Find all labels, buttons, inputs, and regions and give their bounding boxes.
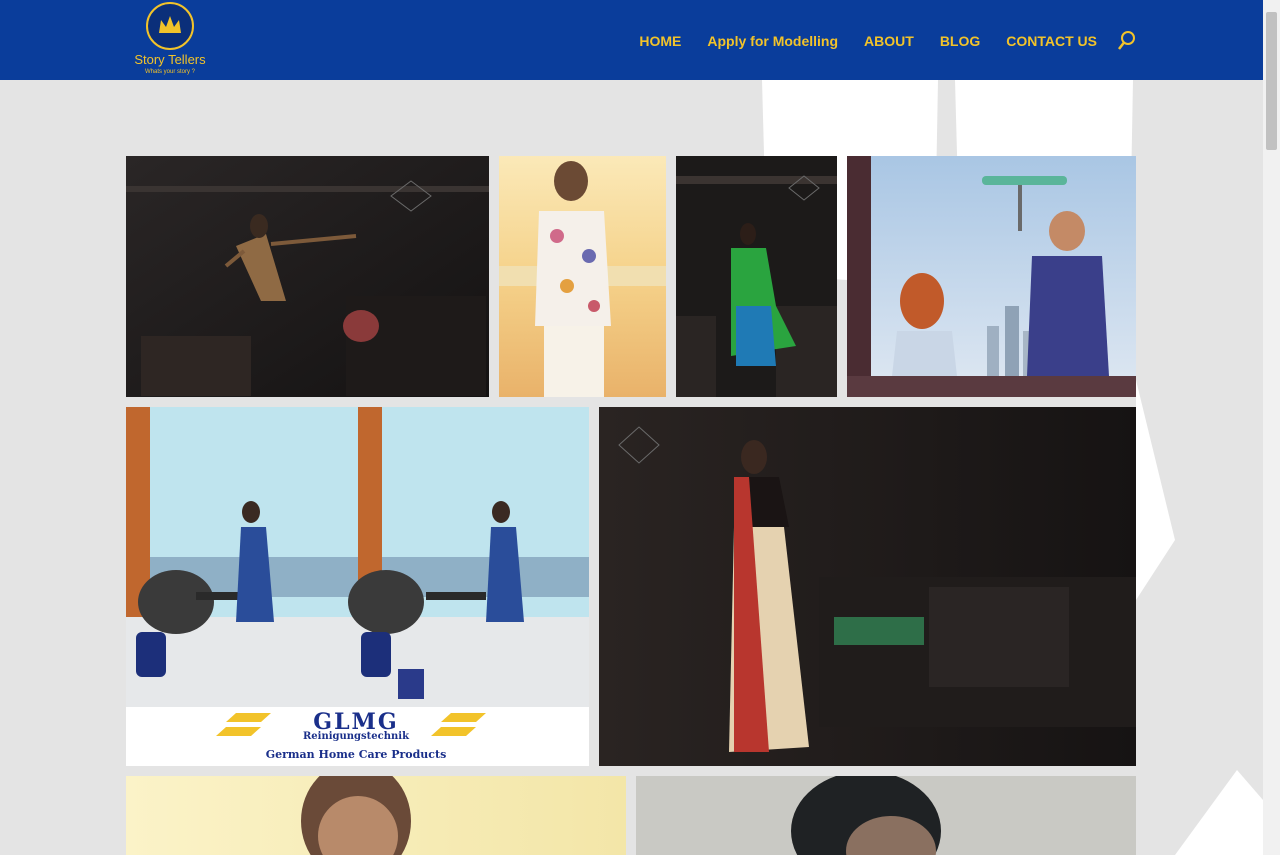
page-scrollbar[interactable]	[1263, 0, 1280, 855]
photo-beach-shirt[interactable]	[499, 156, 666, 397]
nav-apply-modelling[interactable]: Apply for Modelling	[707, 33, 838, 49]
photo-glmg-ad[interactable]: GLMG Reinigungstechnik German Home Care …	[126, 407, 589, 766]
photo-window-cleaner[interactable]	[847, 156, 1136, 397]
nav-blog[interactable]: BLOG	[940, 33, 980, 49]
ad-caption: German Home Care Products	[265, 748, 447, 761]
site-header: Story Tellers Whats your story ? HOME Ap…	[0, 0, 1263, 80]
nav-about[interactable]: ABOUT	[864, 33, 914, 49]
ad-photo-area	[126, 407, 589, 707]
brand-name: Story Tellers	[134, 52, 206, 67]
ad-banner: GLMG Reinigungstechnik German Home Care …	[126, 707, 589, 766]
photo-man-dark[interactable]	[636, 776, 1136, 855]
brand-tagline: Whats your story ?	[144, 69, 195, 75]
site-logo[interactable]: Story Tellers Whats your story ?	[128, 2, 212, 78]
nav-home[interactable]: HOME	[639, 33, 681, 49]
photo-factory-green-saree[interactable]	[676, 156, 837, 397]
search-button[interactable]	[1117, 30, 1137, 52]
main-navigation: HOME Apply for Modelling ABOUT BLOG CONT…	[639, 32, 1097, 50]
crown-logo-icon	[146, 2, 194, 50]
nav-contact-us[interactable]: CONTACT US	[1006, 33, 1097, 49]
scrollbar-thumb[interactable]	[1266, 12, 1277, 150]
photo-factory-dress[interactable]	[126, 156, 489, 397]
ad-subtitle: Reinigungstechnik	[302, 731, 410, 742]
photo-factory-saree[interactable]	[599, 407, 1136, 766]
search-icon	[1118, 31, 1135, 50]
photo-man-light[interactable]	[126, 776, 626, 855]
